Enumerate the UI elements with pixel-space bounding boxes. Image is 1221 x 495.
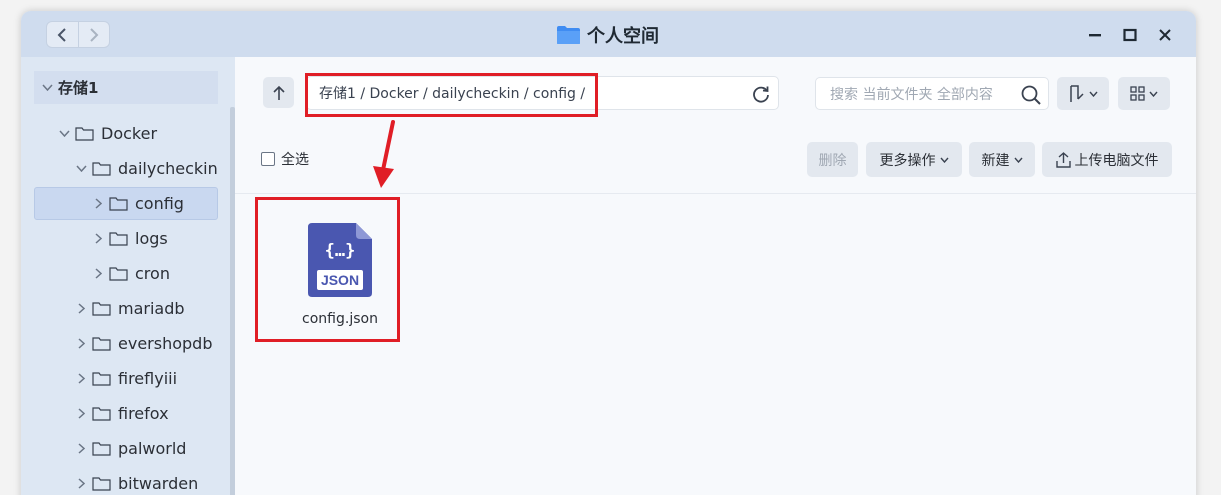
parent-folder-button[interactable] [263, 77, 294, 108]
folder-icon [557, 26, 580, 44]
sidebar-item-label: mariadb [118, 299, 185, 318]
sidebar-item-firefox[interactable]: firefox [74, 397, 169, 430]
folder-icon [75, 127, 94, 141]
folder-icon [92, 442, 111, 456]
chevron-down-icon [1149, 91, 1158, 97]
json-icon-braces: {…} [325, 241, 356, 261]
sidebar-item-label: logs [135, 229, 168, 248]
sidebar-item-label: Docker [101, 124, 158, 143]
chevron-right-icon[interactable] [74, 373, 88, 384]
sidebar-item-logs[interactable]: logs [91, 222, 168, 255]
sidebar-item-label: firefox [118, 404, 169, 423]
annotation-arrow [373, 120, 395, 188]
folder-icon [92, 302, 111, 316]
title-bar: 个人空间 [21, 11, 1196, 57]
chevron-down-icon [1088, 91, 1098, 97]
refresh-icon[interactable] [750, 83, 772, 105]
sidebar-item-config[interactable]: config [34, 187, 218, 220]
chevron-right-icon[interactable] [74, 338, 88, 349]
delete-button[interactable]: 删除 [807, 142, 858, 177]
sidebar-item-evershopdb[interactable]: evershopdb [74, 327, 212, 360]
chevron-right-icon[interactable] [74, 478, 88, 489]
new-button[interactable]: 新建 [969, 142, 1035, 177]
maximize-button[interactable] [1119, 24, 1141, 46]
folder-icon [92, 372, 111, 386]
path-bar[interactable]: 存储1 / Docker / dailycheckin / config / [306, 76, 779, 110]
sidebar-item-docker[interactable]: Docker [57, 117, 157, 150]
window-title: 个人空间 [556, 22, 659, 48]
forward-button[interactable] [77, 22, 109, 47]
sort-button[interactable] [1057, 77, 1109, 110]
select-all-checkbox[interactable]: 全选 [261, 149, 309, 169]
search-icon[interactable] [1020, 84, 1042, 106]
sidebar-item-label: bitwarden [118, 474, 199, 493]
folder-icon [92, 162, 111, 176]
sidebar: 存储1 Docker dailycheckin config logs cron [21, 57, 235, 495]
select-all-label: 全选 [281, 152, 309, 168]
sidebar-item-label: palworld [118, 439, 187, 458]
minimize-icon [1089, 34, 1101, 37]
chevron-down-icon [1013, 157, 1023, 163]
chevron-down-icon[interactable] [57, 130, 71, 137]
folder-icon [92, 477, 111, 491]
nav-buttons [46, 21, 110, 48]
folder-icon [109, 232, 128, 246]
more-actions-button[interactable]: 更多操作 [866, 142, 962, 177]
path-toolbar: 存储1 / Docker / dailycheckin / config / 搜… [235, 57, 1196, 117]
folder-icon [92, 407, 111, 421]
sidebar-item-label: evershopdb [118, 334, 213, 353]
path-text: 存储1 / Docker / dailycheckin / config / [319, 86, 586, 102]
window-title-text: 个人空间 [587, 26, 659, 47]
sort-icon [1069, 84, 1084, 102]
json-file-icon: {…} JSON [308, 223, 372, 297]
arrow-up-icon [272, 85, 285, 100]
file-item-config-json[interactable]: {…} JSON config.json [279, 212, 401, 342]
sidebar-item-bitwarden[interactable]: bitwarden [74, 467, 198, 495]
chevron-down-icon [939, 157, 949, 163]
close-icon [1159, 29, 1171, 41]
chevron-right-icon[interactable] [91, 233, 105, 244]
folder-icon [109, 267, 128, 281]
file-name: config.json [302, 311, 378, 327]
close-button[interactable] [1154, 24, 1176, 46]
upload-icon [1055, 151, 1071, 168]
sidebar-item-fireflyiii[interactable]: fireflyiii [74, 362, 177, 395]
chevron-right-icon[interactable] [91, 268, 105, 279]
folder-icon [109, 197, 128, 211]
sidebar-item-dailycheckin[interactable]: dailycheckin [74, 152, 218, 185]
grid-icon [1130, 86, 1145, 101]
file-manager-window: 个人空间 存储1 Docker dailycheckin config logs… [21, 11, 1196, 495]
view-mode-button[interactable] [1118, 77, 1170, 110]
json-icon-label: JSON [321, 272, 359, 288]
chevron-down-icon[interactable] [74, 165, 88, 172]
chevron-right-icon[interactable] [91, 198, 105, 209]
chevron-right-icon[interactable] [74, 408, 88, 419]
sidebar-item-mariadb[interactable]: mariadb [74, 292, 185, 325]
maximize-icon [1123, 28, 1137, 42]
delete-label: 删除 [818, 152, 847, 169]
search-input[interactable]: 搜索 当前文件夹 全部内容 [815, 77, 1049, 110]
chevron-right-icon [90, 27, 99, 42]
checkbox[interactable] [261, 152, 275, 166]
folder-icon [92, 337, 111, 351]
chevron-left-icon [58, 27, 67, 42]
sidebar-item-label: 存储1 [58, 79, 99, 97]
new-label: 新建 [981, 152, 1010, 169]
sidebar-item-palworld[interactable]: palworld [74, 432, 186, 465]
minimize-button[interactable] [1084, 24, 1106, 46]
chevron-right-icon[interactable] [74, 303, 88, 314]
sidebar-item-label: cron [135, 264, 170, 283]
more-actions-label: 更多操作 [879, 152, 936, 169]
sidebar-item-cron[interactable]: cron [91, 257, 170, 290]
upload-button[interactable]: 上传电脑文件 [1042, 142, 1172, 177]
sidebar-root-storage[interactable]: 存储1 [34, 71, 218, 104]
search-placeholder: 搜索 当前文件夹 全部内容 [830, 86, 993, 103]
back-button[interactable] [47, 22, 78, 47]
chevron-down-icon[interactable] [40, 84, 54, 91]
sidebar-item-label: dailycheckin [118, 159, 218, 178]
upload-label: 上传电脑文件 [1074, 152, 1159, 169]
sidebar-item-label: config [135, 194, 184, 213]
sidebar-item-label: fireflyiii [118, 369, 178, 388]
chevron-right-icon[interactable] [74, 443, 88, 454]
